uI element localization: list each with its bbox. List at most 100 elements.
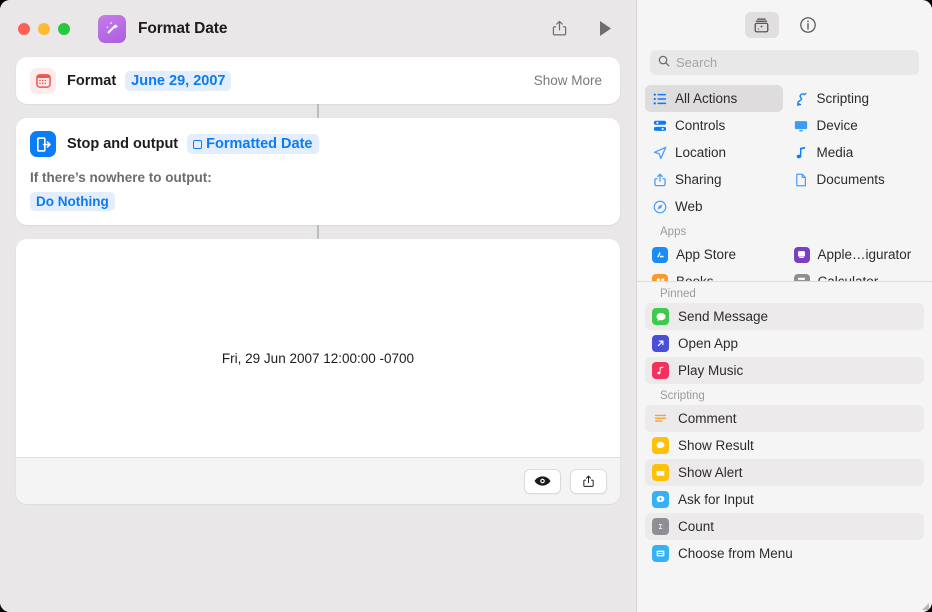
- minimize-button[interactable]: [38, 22, 50, 35]
- result-body: Fri, 29 Jun 2007 12:00:00 -0700: [16, 239, 620, 457]
- category-web[interactable]: Web: [645, 193, 783, 220]
- count-icon: Σ: [652, 518, 669, 535]
- category-all-actions[interactable]: All Actions: [645, 85, 783, 112]
- share-icon[interactable]: [544, 16, 574, 42]
- category-documents[interactable]: Documents: [787, 166, 925, 193]
- date-value-text: June 29, 2007: [131, 72, 226, 89]
- ask-input-icon: [652, 491, 669, 508]
- pinned-list: Send Message Open App Play Music: [645, 303, 924, 384]
- pinned-section-header: Pinned: [660, 288, 696, 300]
- flow-connector: [317, 225, 319, 239]
- list-item[interactable]: Open App: [645, 330, 924, 357]
- list-item-label: Send Message: [678, 309, 769, 324]
- messages-icon: [652, 308, 669, 325]
- list-item[interactable]: Show Alert: [645, 459, 924, 486]
- result-text: Fri, 29 Jun 2007 12:00:00 -0700: [221, 351, 415, 366]
- category-label: Media: [816, 145, 854, 160]
- list-item-label: Count: [678, 519, 715, 534]
- app-label: Books: [676, 274, 714, 281]
- list-item-label: Show Alert: [678, 465, 743, 480]
- category-label: Web: [675, 199, 703, 214]
- comment-icon: [652, 410, 669, 427]
- action-label-format: Format: [67, 72, 117, 89]
- list-bullet-icon: [652, 92, 667, 106]
- list-item[interactable]: Σ Count: [645, 513, 924, 540]
- category-grid: All Actions Scripting Controls Device Locati…: [645, 85, 924, 220]
- books-icon: [652, 273, 668, 281]
- category-label: Scripting: [816, 91, 870, 106]
- app-row[interactable]: App Store: [645, 241, 783, 268]
- formatted-date-variable-token[interactable]: Formatted Date: [187, 134, 319, 154]
- play-music-icon: [652, 362, 669, 379]
- formatted-date-token-text: Formatted Date: [206, 136, 313, 152]
- stop-action-subtitle: If there’s nowhere to output:: [30, 170, 212, 185]
- app-row[interactable]: Books: [645, 268, 783, 281]
- run-button[interactable]: [590, 16, 620, 42]
- category-location[interactable]: Location: [645, 139, 783, 166]
- list-item-label: Choose from Menu: [678, 546, 793, 561]
- date-value-token[interactable]: June 29, 2007: [125, 70, 232, 91]
- category-label: Sharing: [675, 172, 722, 187]
- app-label: Apple…igurator: [817, 247, 912, 262]
- category-label: All Actions: [675, 91, 738, 106]
- action-card-stop-and-output[interactable]: Stop and output Formatted Date If there’…: [16, 118, 620, 225]
- category-sharing[interactable]: Sharing: [645, 166, 783, 193]
- list-item[interactable]: Comment: [645, 405, 924, 432]
- list-item[interactable]: Send Message: [645, 303, 924, 330]
- result-preview-card: Fri, 29 Jun 2007 12:00:00 -0700: [16, 239, 620, 504]
- scripting-list: Comment Show Result Show Alert Ask for Inpu…: [645, 405, 924, 567]
- category-controls[interactable]: Controls: [645, 112, 783, 139]
- calendar-icon: [30, 67, 56, 94]
- fallback-behavior-token[interactable]: Do Nothing: [30, 192, 115, 211]
- category-grid-area: All Actions Scripting Controls Device Locati…: [637, 85, 932, 281]
- resize-grip[interactable]: [918, 598, 930, 610]
- menu-icon: [652, 545, 669, 562]
- result-toolbar: [16, 457, 620, 504]
- app-store-icon: [652, 246, 668, 263]
- document-icon: [794, 173, 809, 187]
- apps-section-header: Apps: [660, 226, 687, 238]
- apps-grid: App Store Apple…igurator Books Calculator: [645, 241, 924, 281]
- action-card-format[interactable]: Format June 29, 2007 Show More: [16, 57, 620, 104]
- location-icon: [652, 146, 667, 160]
- list-item[interactable]: Choose from Menu: [645, 540, 924, 567]
- page-title: Format Date: [138, 19, 228, 37]
- search-icon: [658, 54, 670, 72]
- variable-square-icon: [193, 139, 203, 149]
- category-scripting[interactable]: Scripting: [787, 85, 925, 112]
- category-device[interactable]: Device: [787, 112, 925, 139]
- scripting-section-header: Scripting: [660, 390, 705, 402]
- search-input[interactable]: [676, 55, 911, 70]
- app-label: Calculator: [818, 274, 879, 281]
- scripting-icon: [794, 92, 809, 106]
- app-row[interactable]: Calculator: [787, 268, 925, 281]
- close-button[interactable]: [18, 22, 30, 35]
- eye-icon[interactable]: [524, 468, 561, 494]
- category-media[interactable]: Media: [787, 139, 925, 166]
- safari-icon: [652, 200, 667, 214]
- list-item-label: Show Result: [678, 438, 754, 453]
- info-circle-icon[interactable]: [791, 12, 825, 38]
- action-library-pane: All Actions Scripting Controls Device Locati…: [636, 0, 932, 612]
- zoom-button[interactable]: [58, 22, 70, 35]
- category-label: Device: [816, 118, 858, 133]
- stop-and-output-icon: [30, 131, 56, 157]
- svg-text:Σ: Σ: [658, 523, 662, 531]
- list-item-label: Comment: [678, 411, 737, 426]
- list-item-label: Open App: [678, 336, 739, 351]
- open-app-icon: [652, 335, 669, 352]
- show-more-button[interactable]: Show More: [534, 73, 608, 88]
- editor-pane: Format Date Format June 29, 2007 Show Mo…: [0, 0, 636, 612]
- app-row[interactable]: Apple…igurator: [787, 241, 925, 268]
- share-icon[interactable]: [570, 468, 607, 494]
- list-item-label: Ask for Input: [678, 492, 754, 507]
- list-item[interactable]: Show Result: [645, 432, 924, 459]
- list-item[interactable]: Ask for Input: [645, 486, 924, 513]
- show-result-icon: [652, 437, 669, 454]
- calculator-icon: [793, 273, 810, 281]
- action-library-icon[interactable]: [744, 12, 779, 38]
- apple-configurator-icon: [793, 246, 810, 263]
- list-item[interactable]: Play Music: [645, 357, 924, 384]
- search-field[interactable]: [650, 50, 919, 75]
- flow-connector: [317, 104, 319, 118]
